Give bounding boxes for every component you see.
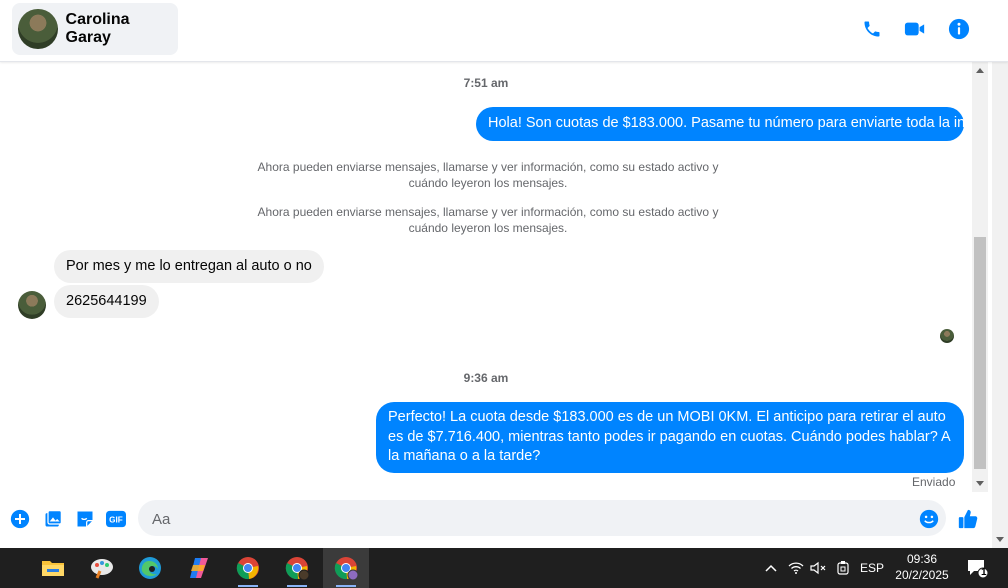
contact-avatar bbox=[18, 9, 58, 49]
copilot-icon[interactable] bbox=[176, 548, 222, 588]
timestamp: 7:51 am bbox=[463, 76, 509, 90]
wifi-icon[interactable] bbox=[786, 548, 806, 588]
meet-now-icon[interactable] bbox=[833, 548, 853, 588]
chat-header: Carolina Garay bbox=[0, 0, 1008, 62]
system-notice: Ahora pueden enviarse mensajes, llamarse… bbox=[257, 160, 719, 190]
message-list[interactable]: 7:51 am Hola! Son cuotas de $183.000. Pa… bbox=[0, 62, 972, 492]
incoming-message[interactable]: Por mes y me lo entregan al auto o no bbox=[54, 250, 324, 283]
svg-text:GIF: GIF bbox=[109, 516, 123, 525]
scroll-up-arrow-icon[interactable] bbox=[976, 68, 984, 73]
sent-status: Enviado bbox=[912, 475, 956, 489]
chat-scrollbar[interactable] bbox=[972, 62, 988, 492]
contact-button[interactable]: Carolina Garay bbox=[12, 3, 178, 55]
notification-center-icon[interactable]: 1 bbox=[962, 548, 992, 588]
message-input-box[interactable] bbox=[138, 500, 946, 538]
sticker-icon[interactable] bbox=[74, 508, 96, 530]
paint-icon[interactable] bbox=[79, 548, 125, 588]
page-scrollbar[interactable] bbox=[992, 0, 1008, 548]
contact-name: Carolina Garay bbox=[65, 11, 130, 46]
system-clock[interactable]: 09:36 20/2/2025 bbox=[888, 551, 956, 583]
chrome-active-icon[interactable] bbox=[323, 548, 369, 588]
emoji-icon[interactable] bbox=[918, 508, 940, 530]
edge-icon[interactable] bbox=[127, 548, 173, 588]
file-explorer-icon[interactable] bbox=[30, 548, 76, 588]
chevron-up-icon[interactable] bbox=[760, 548, 782, 588]
read-receipt-avatar bbox=[940, 329, 954, 343]
outgoing-message[interactable]: Perfecto! La cuota desde $183.000 es de … bbox=[376, 402, 964, 473]
gif-icon[interactable]: GIF bbox=[105, 508, 127, 530]
scroll-thumb[interactable] bbox=[974, 237, 986, 469]
thumbs-up-icon[interactable] bbox=[957, 508, 979, 530]
message-input[interactable] bbox=[150, 500, 914, 538]
task-view-icon[interactable] bbox=[0, 548, 10, 588]
phone-icon[interactable] bbox=[860, 17, 884, 41]
scroll-down-arrow-icon[interactable] bbox=[996, 537, 1004, 542]
incoming-message[interactable]: 2625644199 bbox=[54, 285, 159, 318]
scroll-down-arrow-icon[interactable] bbox=[976, 481, 984, 486]
chrome-profile-icon[interactable] bbox=[274, 548, 320, 588]
info-icon[interactable] bbox=[947, 17, 971, 41]
clock-date: 20/2/2025 bbox=[895, 568, 949, 582]
language-indicator[interactable]: ESP bbox=[858, 548, 886, 588]
image-icon[interactable] bbox=[42, 508, 64, 530]
volume-muted-icon[interactable] bbox=[808, 548, 828, 588]
video-call-icon[interactable] bbox=[903, 17, 927, 41]
notification-count: 1 bbox=[981, 567, 987, 578]
outgoing-message[interactable]: Hola! Son cuotas de $183.000. Pasame tu … bbox=[476, 107, 972, 141]
system-notice: Ahora pueden enviarse mensajes, llamarse… bbox=[257, 205, 719, 235]
chrome-icon[interactable] bbox=[225, 548, 271, 588]
timestamp: 9:36 am bbox=[463, 371, 509, 385]
clock-time: 09:36 bbox=[906, 552, 938, 566]
add-icon[interactable] bbox=[9, 508, 31, 530]
sender-avatar bbox=[18, 291, 46, 319]
